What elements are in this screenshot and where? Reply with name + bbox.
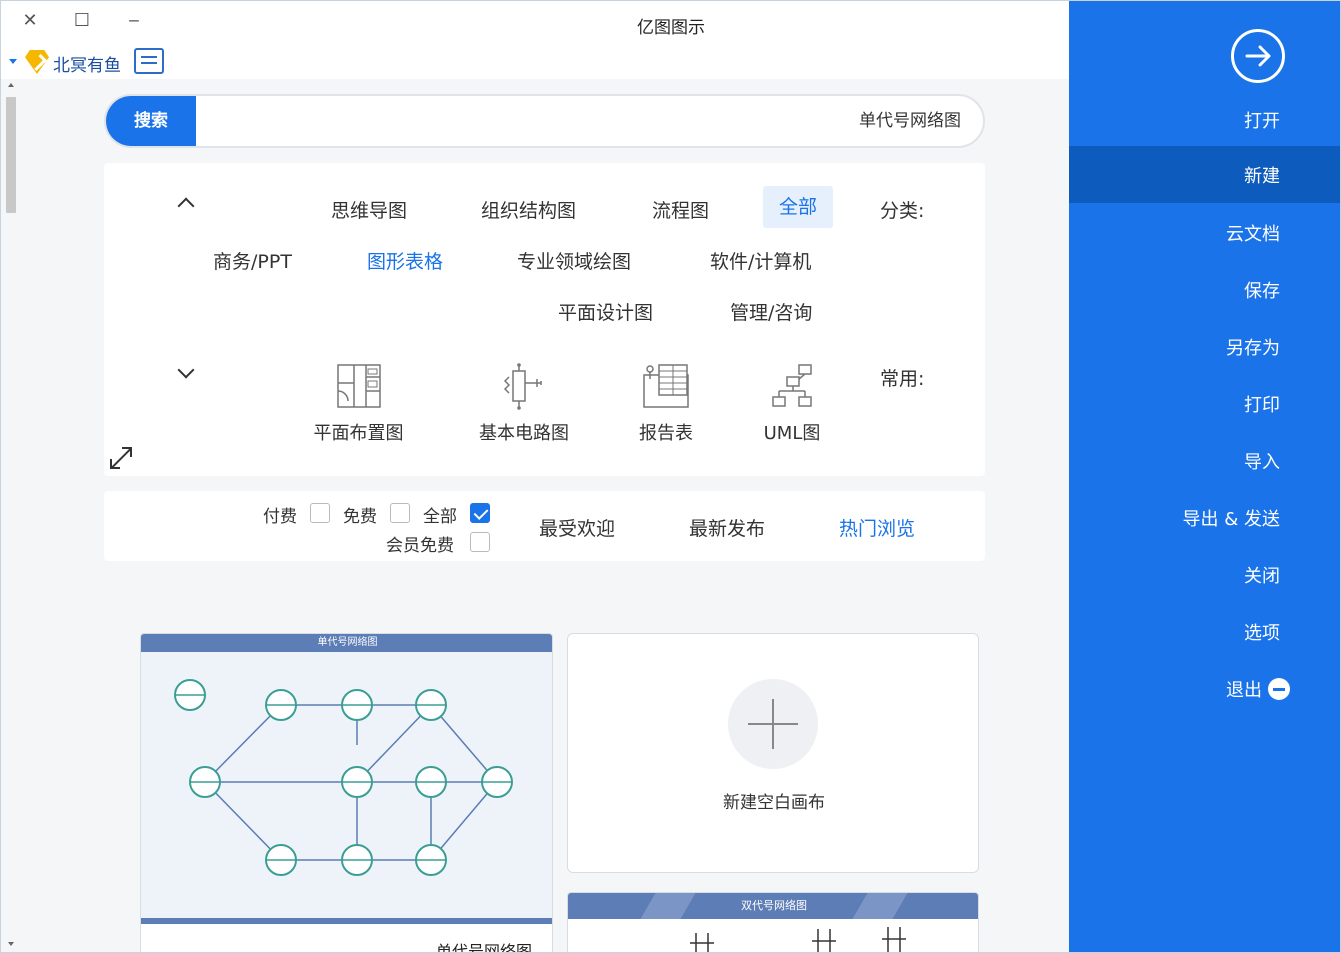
filter-member-free-checkbox[interactable] <box>470 532 490 552</box>
menu-exit[interactable]: 退出 <box>1069 660 1340 717</box>
common-item-circuit[interactable]: 基本电路图 <box>469 361 579 445</box>
template-preview <box>141 652 552 918</box>
account-bar: 北冥有鱼 <box>1 41 1069 79</box>
menu-save[interactable]: 保存 <box>1069 261 1340 318</box>
menu-label: 导出 & 发送 <box>1182 508 1280 530</box>
menu-label: 选项 <box>1244 622 1280 644</box>
category-flowchart[interactable]: 流程图 <box>652 196 709 223</box>
menu-label: 打印 <box>1244 394 1280 416</box>
message-icon[interactable] <box>134 48 164 74</box>
common-item-floor-plan[interactable]: 平面布置图 <box>306 361 411 445</box>
menu-label: 新建 <box>1244 165 1280 187</box>
category-graphic-design[interactable]: 平面设计图 <box>558 298 653 325</box>
menu-save-as[interactable]: 另存为 <box>1069 318 1340 375</box>
category-management[interactable]: 管理/咨询 <box>730 298 812 325</box>
search-button[interactable]: 搜索 <box>106 96 196 146</box>
report-table-icon <box>643 364 689 408</box>
tab-popular[interactable]: 最受欢迎 <box>539 514 615 541</box>
filter-free-label: 免费 <box>343 507 377 527</box>
menu-import[interactable]: 导入 <box>1069 432 1340 489</box>
plus-icon <box>728 679 818 769</box>
search-bar: 搜索 单代号网络图 <box>104 94 985 148</box>
minimize-icon[interactable]: ‒ <box>121 9 147 33</box>
menu-label: 云文档 <box>1226 223 1280 245</box>
filter-member-free-label: 会员免费 <box>386 536 454 556</box>
template-card[interactable]: 单代号网络图 单代号网络图 <box>140 633 553 953</box>
filter-free-checkbox[interactable] <box>390 503 410 523</box>
category-all[interactable]: 全部 <box>763 186 834 228</box>
tab-latest[interactable]: 最新发布 <box>689 514 765 541</box>
category-mind-map[interactable]: 思维导图 <box>331 196 407 223</box>
circuit-icon <box>503 363 542 410</box>
category-graphic-table[interactable]: 图形表格 <box>367 247 443 274</box>
floor-plan-icon <box>336 364 381 408</box>
filter-paid-checkbox[interactable] <box>310 503 330 523</box>
common-item-label: 平面布置图 <box>313 423 404 444</box>
menu-print[interactable]: 打印 <box>1069 375 1340 432</box>
new-blank-canvas-label: 新建空白画布 <box>723 793 825 813</box>
menu-label: 导入 <box>1244 451 1280 473</box>
arrow-right-circle-icon[interactable] <box>1231 29 1285 83</box>
filter-paid-label: 付费 <box>263 507 297 527</box>
menu-cloud-docs[interactable]: 云文档 <box>1069 204 1340 261</box>
network-diagram-preview <box>174 679 513 876</box>
menu-label: 关闭 <box>1244 565 1280 587</box>
fullscreen-expand-icon[interactable] <box>110 447 132 469</box>
template-header: 单代号网络图 <box>141 634 552 652</box>
common-item-label: 报告表 <box>639 423 693 444</box>
category-label: 分类: <box>880 200 925 222</box>
common-item-label: 基本电路图 <box>479 423 569 444</box>
scroll-down-icon[interactable] <box>8 942 14 946</box>
tab-hot[interactable]: 热门浏览 <box>839 514 915 541</box>
common-item-report[interactable]: 报告表 <box>626 361 706 445</box>
title-bar: ✕ ☐ ‒ 亿图图示 <box>1 1 1069 41</box>
category-business-ppt[interactable]: 商务/PPT <box>213 247 292 274</box>
filter-all-label: 全部 <box>423 507 457 527</box>
filter-all-checkbox[interactable] <box>470 503 490 523</box>
scrollbar-thumb[interactable] <box>6 97 16 213</box>
user-name[interactable]: 北冥有鱼 <box>53 51 121 76</box>
menu-label: 另存为 <box>1226 337 1280 359</box>
scroll-up-icon[interactable] <box>8 83 14 87</box>
template-card[interactable]: 双代号网络图 <box>567 892 979 952</box>
account-dropdown-icon[interactable] <box>9 59 17 64</box>
template-header-text: 双代号网络图 <box>741 899 807 912</box>
category-software[interactable]: 软件/计算机 <box>710 247 811 274</box>
menu-label: 打开 <box>1244 110 1280 132</box>
search-input[interactable]: 单代号网络图 <box>859 96 961 146</box>
common-item-label: UML图 <box>763 423 821 444</box>
menu-label: 退出 <box>1226 679 1262 701</box>
template-header: 双代号网络图 <box>568 893 978 919</box>
new-blank-canvas-card[interactable]: 新建空白画布 <box>567 633 979 873</box>
category-professional[interactable]: 专业领域绘图 <box>517 247 631 274</box>
maximize-icon[interactable]: ☐ <box>69 9 95 33</box>
menu-new[interactable]: 新建 <box>1069 146 1340 203</box>
template-footer-bar <box>141 918 552 924</box>
vip-diamond-icon <box>25 50 49 74</box>
app-window: ✕ ☐ ‒ 亿图图示 北冥有鱼 搜索 单代号网络图 分类: 全部 流程图 组织结… <box>0 0 1341 953</box>
common-label: 常用: <box>880 368 925 390</box>
menu-options[interactable]: 选项 <box>1069 603 1340 660</box>
category-org-chart[interactable]: 组织结构图 <box>481 196 576 223</box>
common-item-uml[interactable]: UML图 <box>752 361 832 445</box>
menu-label: 保存 <box>1244 280 1280 302</box>
close-icon[interactable]: ✕ <box>17 9 43 33</box>
menu-export-send[interactable]: 导出 & 发送 <box>1069 489 1340 546</box>
exit-icon <box>1268 677 1290 700</box>
network-diagram-preview <box>690 927 906 952</box>
menu-close[interactable]: 关闭 <box>1069 546 1340 603</box>
menu-open[interactable]: 打开 <box>1069 91 1340 148</box>
window-title: 亿图图示 <box>637 18 705 38</box>
template-name: 单代号网络图 <box>435 942 532 953</box>
uml-diagram-icon <box>772 364 812 407</box>
